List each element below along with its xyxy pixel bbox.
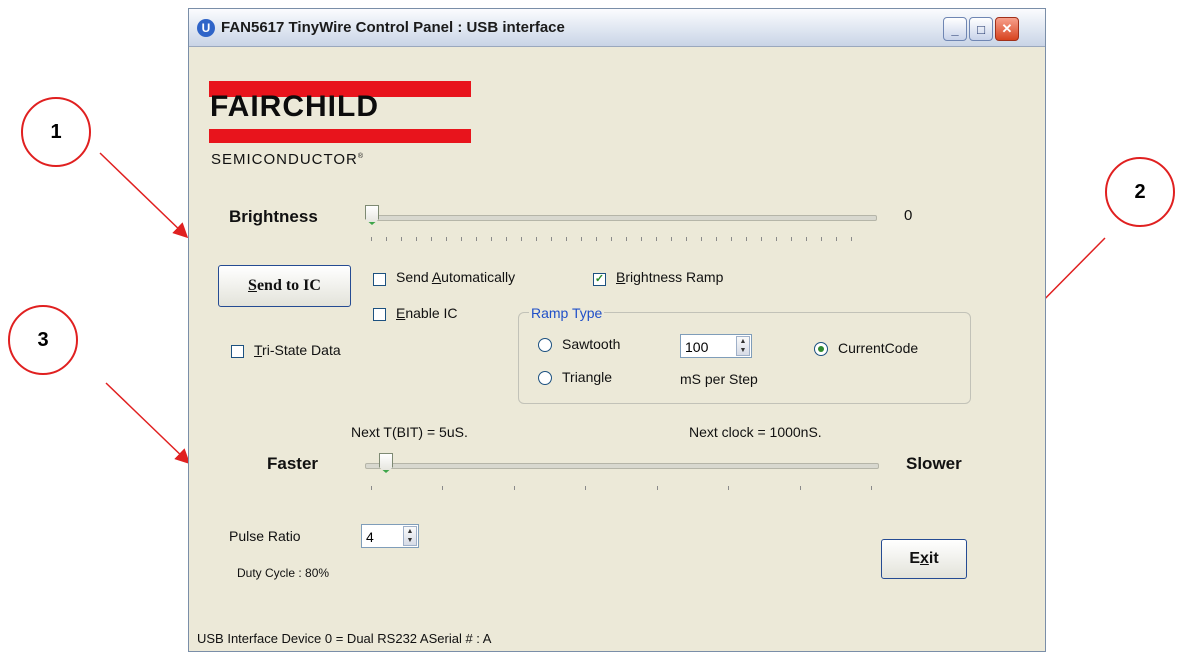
power-icon: U — [197, 19, 215, 37]
ms-per-step-value[interactable]: 100 — [685, 339, 708, 355]
slider-tick — [446, 237, 447, 241]
slider-tick — [461, 237, 462, 241]
triangle-radio[interactable] — [538, 371, 552, 385]
minimize-icon[interactable]: _ — [943, 17, 967, 41]
slider-tick — [746, 237, 747, 241]
brightness-track[interactable] — [369, 215, 877, 221]
slider-tick — [641, 237, 642, 241]
slider-tick — [656, 237, 657, 241]
callout-1: 1 — [21, 97, 91, 167]
ms-per-step-stepper-icon[interactable]: ▲ ▼ — [736, 336, 750, 356]
slider-tick — [401, 237, 402, 241]
speed-slider-thumb[interactable] — [379, 453, 393, 473]
send-to-ic-button[interactable]: Send to IC — [218, 265, 351, 307]
slider-tick — [821, 237, 822, 241]
logo-bottom-bar — [209, 129, 471, 143]
pulse-ratio-spinner[interactable]: 4 ▲ ▼ — [361, 524, 419, 548]
faster-label: Faster — [267, 454, 319, 473]
slider-tick — [371, 486, 372, 490]
slider-tick — [731, 237, 732, 241]
ms-per-step-label: mS per Step — [680, 371, 758, 387]
slider-tick — [513, 486, 515, 490]
duty-cycle-text: Duty Cycle : 80% — [237, 566, 330, 580]
slider-tick — [686, 237, 687, 241]
triangle-label[interactable]: Triangle — [562, 369, 612, 385]
slider-tick — [728, 486, 730, 490]
next-tbit-text: Next T(BIT) = 5uS. — [351, 424, 468, 440]
slider-tick — [386, 237, 387, 241]
callout-1-arrow — [99, 152, 189, 239]
brightness-ramp-label[interactable]: Brightness Ramp — [616, 269, 723, 285]
tri-state-data-checkbox[interactable] — [231, 345, 244, 358]
maximize-icon[interactable]: □ — [969, 17, 993, 41]
slider-tick — [551, 237, 552, 241]
slider-tick — [585, 486, 587, 490]
slider-tick — [671, 237, 672, 241]
slider-tick — [581, 237, 582, 241]
slider-tick — [871, 486, 872, 490]
logo-subtitle: SEMICONDUCTOR® — [211, 151, 365, 168]
slider-tick — [596, 237, 597, 241]
ramp-type-group — [518, 312, 971, 404]
pulse-ratio-stepper-icon[interactable]: ▲ ▼ — [403, 526, 417, 546]
slider-tick — [806, 237, 807, 241]
speed-track[interactable] — [365, 463, 879, 469]
slider-tick — [431, 237, 432, 241]
slider-tick — [626, 237, 627, 241]
close-icon[interactable]: ✕ — [995, 17, 1019, 41]
tri-state-data-label[interactable]: Tri-State Data — [254, 342, 341, 358]
slider-tick — [656, 486, 658, 490]
enable-ic-checkbox[interactable] — [373, 308, 386, 321]
send-automatically-checkbox[interactable] — [373, 273, 386, 286]
slider-tick — [799, 486, 801, 490]
slider-tick — [506, 237, 507, 241]
slider-tick — [776, 237, 777, 241]
brightness-value: 0 — [904, 207, 913, 224]
enable-ic-label[interactable]: Enable IC — [396, 305, 458, 321]
slower-label: Slower — [906, 454, 962, 473]
logo-wordmark: FAIRCHILD — [210, 90, 379, 123]
slider-tick — [476, 237, 477, 241]
slider-tick — [566, 237, 567, 241]
current-code-label[interactable]: CurrentCode — [838, 340, 918, 356]
exit-button[interactable]: Ex it — [881, 539, 967, 579]
slider-tick — [442, 486, 444, 490]
brightness-label: Brightness — [229, 207, 318, 226]
slider-tick — [701, 237, 702, 241]
slider-tick — [716, 237, 717, 241]
slider-tick — [536, 237, 537, 241]
ms-per-step-spinner[interactable]: 100 ▲ ▼ — [680, 334, 752, 358]
window-title: FAN5617 TinyWire Control Panel : USB int… — [221, 19, 565, 36]
callout-3: 3 — [8, 305, 78, 375]
slider-tick — [416, 237, 417, 241]
slider-tick — [836, 237, 837, 241]
title-bar[interactable]: U FAN5617 TinyWire Control Panel : USB i… — [189, 9, 1045, 47]
brightness-slider-thumb[interactable] — [365, 205, 379, 225]
status-bar-text: USB Interface Device 0 = Dual RS232 ASer… — [197, 631, 492, 646]
ramp-type-title: Ramp Type — [529, 305, 605, 321]
slider-tick — [791, 237, 792, 241]
app-window: U FAN5617 TinyWire Control Panel : USB i… — [188, 8, 1046, 652]
callout-3-arrow — [105, 382, 191, 465]
slider-tick — [491, 237, 492, 241]
send-automatically-label[interactable]: Send Automatically — [396, 269, 515, 285]
brightness-ramp-checkbox[interactable]: ✓ — [593, 273, 606, 286]
pulse-ratio-value[interactable]: 4 — [366, 529, 374, 545]
slider-tick — [521, 237, 522, 241]
next-clock-text: Next clock = 1000nS. — [689, 424, 822, 440]
slider-tick — [611, 237, 612, 241]
current-code-radio[interactable] — [814, 342, 828, 356]
slider-tick — [761, 237, 762, 241]
callout-2: 2 — [1105, 157, 1175, 227]
slider-tick — [371, 237, 372, 241]
sawtooth-label[interactable]: Sawtooth — [562, 336, 620, 352]
slider-tick — [851, 237, 852, 241]
pulse-ratio-label: Pulse Ratio — [229, 528, 301, 544]
sawtooth-radio[interactable] — [538, 338, 552, 352]
